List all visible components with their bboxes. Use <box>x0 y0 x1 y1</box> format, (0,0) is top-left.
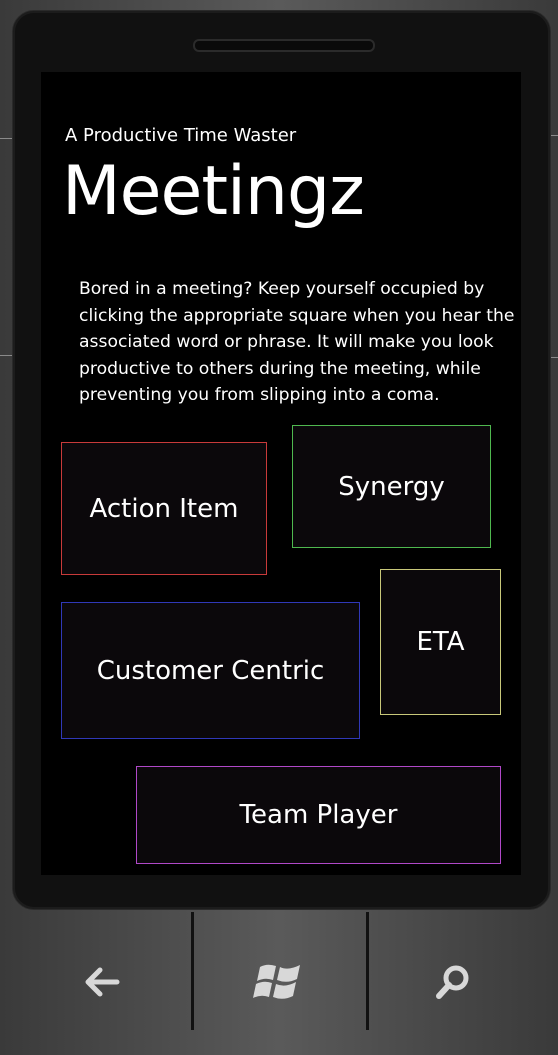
tile-label: Team Player <box>239 800 398 830</box>
emulator-background: A Productive Time Waster Meetingz Bored … <box>0 0 558 1055</box>
tile-eta[interactable]: ETA <box>380 569 501 715</box>
bg-guide-line <box>0 355 12 356</box>
windows-logo-icon <box>252 957 308 1011</box>
back-arrow-icon <box>82 962 122 1006</box>
page-title: Meetingz <box>62 152 365 231</box>
back-button[interactable] <box>12 912 191 1055</box>
phone-bezel: A Productive Time Waster Meetingz Bored … <box>12 10 551 910</box>
search-button[interactable] <box>369 912 537 1055</box>
tile-action-item[interactable]: Action Item <box>61 442 267 575</box>
tile-customer-centric[interactable]: Customer Centric <box>61 602 360 739</box>
tile-label: Synergy <box>338 471 445 502</box>
tile-label: Action Item <box>89 493 239 524</box>
tile-team-player[interactable]: Team Player <box>136 766 501 864</box>
app-description: Bored in a meeting? Keep yourself occupi… <box>79 279 515 405</box>
app-subtitle: A Productive Time Waster <box>65 125 297 146</box>
search-icon <box>433 962 473 1006</box>
bg-guide-line <box>0 138 12 139</box>
tile-label: Customer Centric <box>96 655 325 686</box>
start-button[interactable] <box>194 912 366 1055</box>
earpiece-speaker <box>193 39 375 52</box>
tile-synergy[interactable]: Synergy <box>292 425 491 548</box>
tile-label: ETA <box>416 627 465 657</box>
phone-screen: A Productive Time Waster Meetingz Bored … <box>41 72 521 875</box>
